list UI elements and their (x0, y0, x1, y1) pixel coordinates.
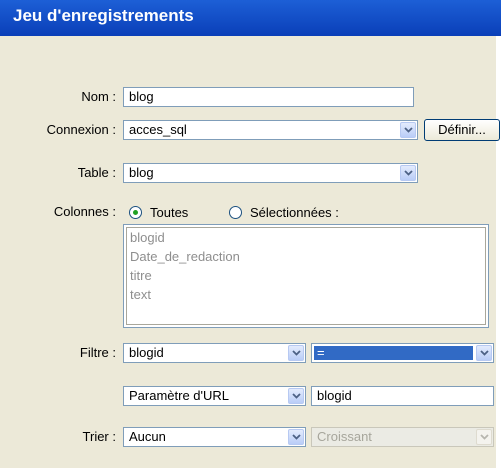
filter-operator-value: = (314, 346, 473, 360)
chevron-down-icon[interactable] (288, 388, 304, 404)
chevron-down-icon[interactable] (400, 122, 416, 138)
radio-checked-icon[interactable] (129, 205, 142, 219)
filtre-label: Filtre : (79, 345, 116, 360)
filter-param-type-value: Paramètre d'URL (129, 388, 230, 403)
radio-selected-label: Sélectionnées : (250, 204, 339, 220)
list-item: blogid (130, 230, 165, 245)
filter-column-value: blogid (129, 345, 164, 360)
radio-all-label: Toutes (150, 204, 189, 220)
colonnes-label: Colonnes : (53, 204, 116, 219)
radio-selected-columns[interactable]: Sélectionnées : (229, 202, 339, 222)
chevron-down-icon (476, 429, 492, 445)
nom-input[interactable]: blog (123, 87, 414, 107)
nom-label: Nom : (81, 89, 116, 104)
dialog-title: Jeu d'enregistrements (13, 6, 194, 25)
define-connection-button[interactable]: Définir... (424, 119, 500, 141)
table-value: blog (129, 165, 154, 180)
sort-column-select[interactable]: Aucun (123, 427, 306, 447)
table-label: Table : (77, 165, 116, 180)
sort-order-value: Croissant (317, 429, 372, 444)
list-item: titre (130, 268, 152, 283)
list-item: Date_de_redaction (130, 249, 240, 264)
dialog-title-bar: Jeu d'enregistrements (0, 0, 501, 36)
chevron-down-icon[interactable] (400, 165, 416, 181)
list-item: text (130, 287, 151, 302)
filter-column-select[interactable]: blogid (123, 343, 306, 363)
trier-label: Trier : (82, 429, 116, 444)
chevron-down-icon[interactable] (476, 345, 492, 361)
columns-listbox[interactable]: blogid Date_de_redaction titre text (123, 224, 489, 328)
window-edge (496, 36, 501, 468)
table-select[interactable]: blog (123, 163, 418, 183)
chevron-down-icon[interactable] (288, 345, 304, 361)
sort-order-select: Croissant (311, 427, 494, 447)
chevron-down-icon[interactable] (288, 429, 304, 445)
filter-param-value-input[interactable]: blogid (311, 386, 494, 406)
radio-all-columns[interactable]: Toutes (129, 202, 188, 222)
filter-param-type-select[interactable]: Paramètre d'URL (123, 386, 306, 406)
radio-unchecked-icon[interactable] (229, 205, 242, 219)
connexion-select[interactable]: acces_sql (123, 120, 418, 140)
connexion-value: acces_sql (129, 122, 187, 137)
connexion-label: Connexion : (46, 122, 116, 137)
columns-list: blogid Date_de_redaction titre text (126, 227, 486, 325)
sort-column-value: Aucun (129, 429, 166, 444)
filter-operator-select[interactable]: = (311, 343, 494, 363)
